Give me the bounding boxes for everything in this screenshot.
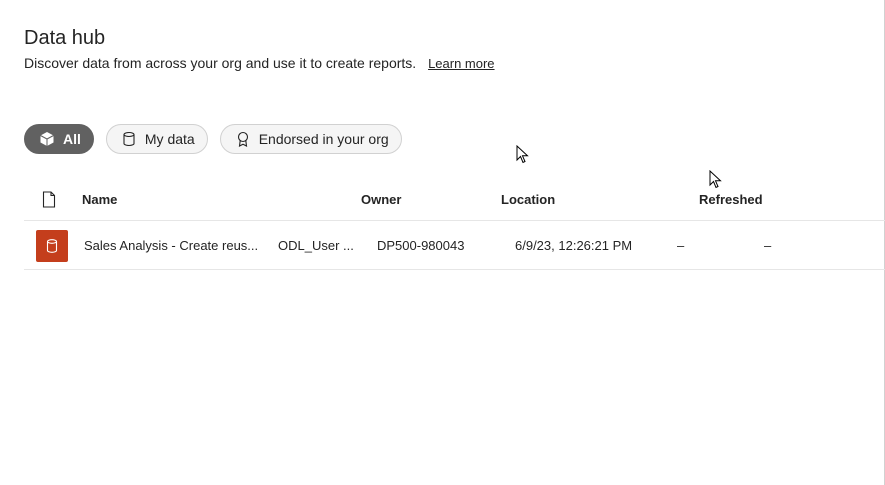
row-refreshed: 6/9/23, 12:26:21 PM bbox=[515, 238, 633, 253]
filter-endorsed-label: Endorsed in your org bbox=[258, 131, 389, 147]
database-icon bbox=[121, 131, 137, 147]
page-title: Data hub bbox=[24, 27, 106, 49]
ribbon-icon bbox=[235, 131, 251, 147]
row-endorsement: – bbox=[764, 238, 772, 253]
subtitle-text: Discover data from across your org and u… bbox=[24, 55, 417, 71]
column-header-owner[interactable]: Owner bbox=[361, 192, 401, 207]
filter-my-data-chip[interactable]: My data bbox=[105, 124, 208, 154]
filter-endorsed-chip[interactable]: Endorsed in your org bbox=[219, 124, 402, 154]
page-subtitle: Discover data from across your org and u… bbox=[24, 54, 495, 73]
learn-more-link[interactable]: Learn more bbox=[428, 56, 494, 71]
filter-all-label: All bbox=[63, 131, 81, 147]
mouse-cursor-icon bbox=[516, 145, 529, 164]
table-header: Name Owner Location Refreshed bbox=[24, 180, 885, 221]
column-header-name[interactable]: Name bbox=[82, 192, 117, 207]
filter-my-data-label: My data bbox=[144, 131, 195, 147]
column-header-location[interactable]: Location bbox=[501, 192, 555, 207]
cube-icon bbox=[39, 131, 55, 147]
document-icon bbox=[42, 191, 56, 211]
row-type: ODL_User ... bbox=[278, 238, 354, 253]
filter-chips: All My data Endorsed in your org bbox=[24, 124, 402, 154]
row-owner: DP500-980043 bbox=[377, 238, 465, 253]
dataset-icon bbox=[36, 230, 68, 262]
data-hub-page: Data hub Discover data from across your … bbox=[0, 0, 885, 485]
table-row[interactable]: Sales Analysis - Create reus... ODL_User… bbox=[24, 221, 885, 270]
data-table: Name Owner Location Refreshed Sales Anal… bbox=[24, 180, 885, 270]
filter-all-chip[interactable]: All bbox=[24, 124, 94, 154]
row-name-link[interactable]: Sales Analysis - Create reus... bbox=[84, 238, 258, 253]
page-header: Data hub Discover data from across your … bbox=[24, 26, 495, 73]
column-header-refreshed[interactable]: Refreshed bbox=[699, 192, 763, 207]
row-next-refresh: – bbox=[677, 238, 685, 253]
